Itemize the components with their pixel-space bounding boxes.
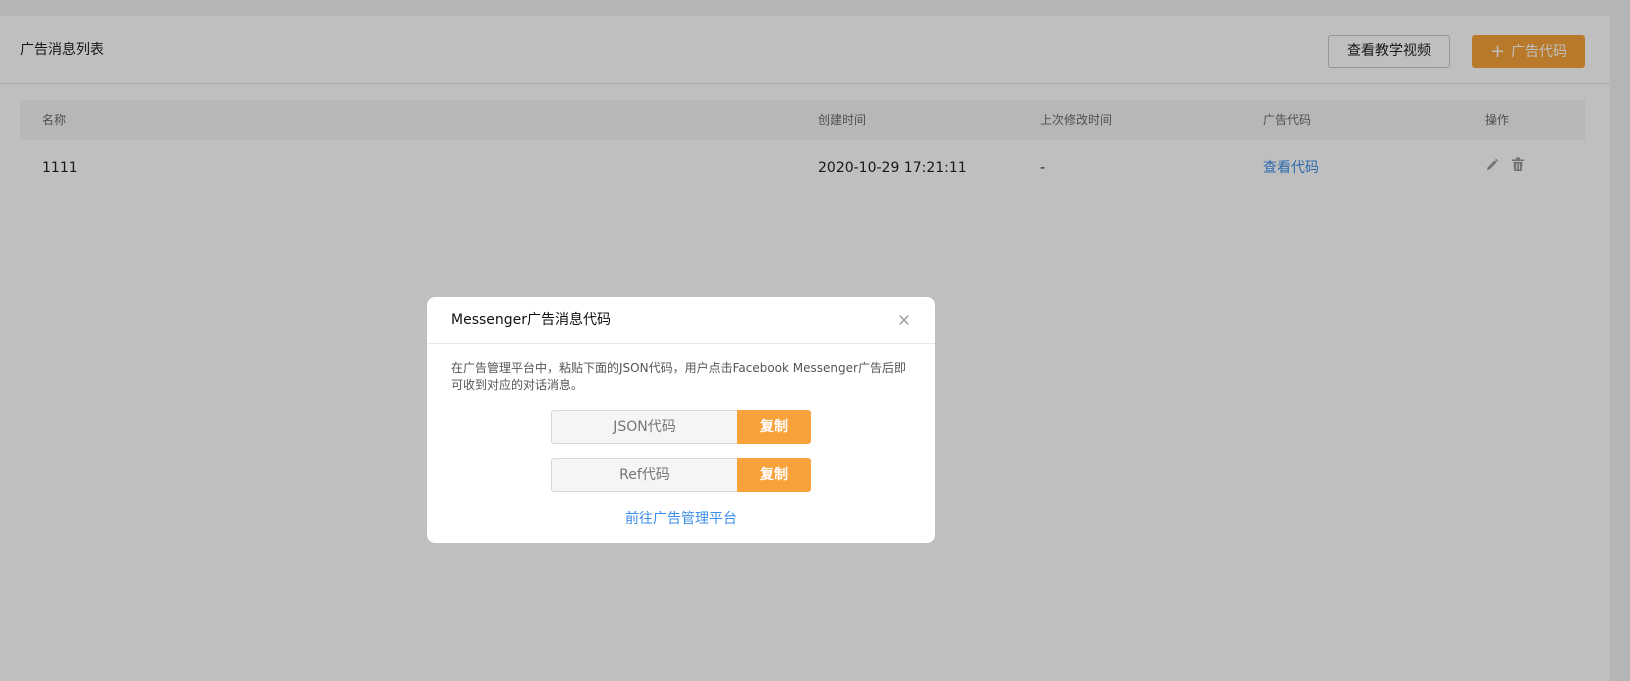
modal-title: Messenger广告消息代码 bbox=[451, 312, 612, 328]
ref-code-row: 复制 bbox=[551, 458, 811, 492]
modal-description: 在广告管理平台中，粘贴下面的JSON代码，用户点击Facebook Messen… bbox=[451, 361, 906, 392]
modal-header: Messenger广告消息代码 bbox=[427, 297, 935, 344]
ref-code-field[interactable] bbox=[551, 458, 737, 492]
copy-ref-button[interactable]: 复制 bbox=[737, 458, 811, 492]
ad-manager-link[interactable]: 前往广告管理平台 bbox=[427, 508, 935, 528]
json-code-row: 复制 bbox=[551, 410, 811, 444]
ad-code-modal: Messenger广告消息代码 在广告管理平台中，粘贴下面的JSON代码，用户点… bbox=[427, 297, 935, 543]
json-code-field[interactable] bbox=[551, 410, 737, 444]
close-icon[interactable] bbox=[897, 312, 911, 326]
copy-json-button[interactable]: 复制 bbox=[737, 410, 811, 444]
